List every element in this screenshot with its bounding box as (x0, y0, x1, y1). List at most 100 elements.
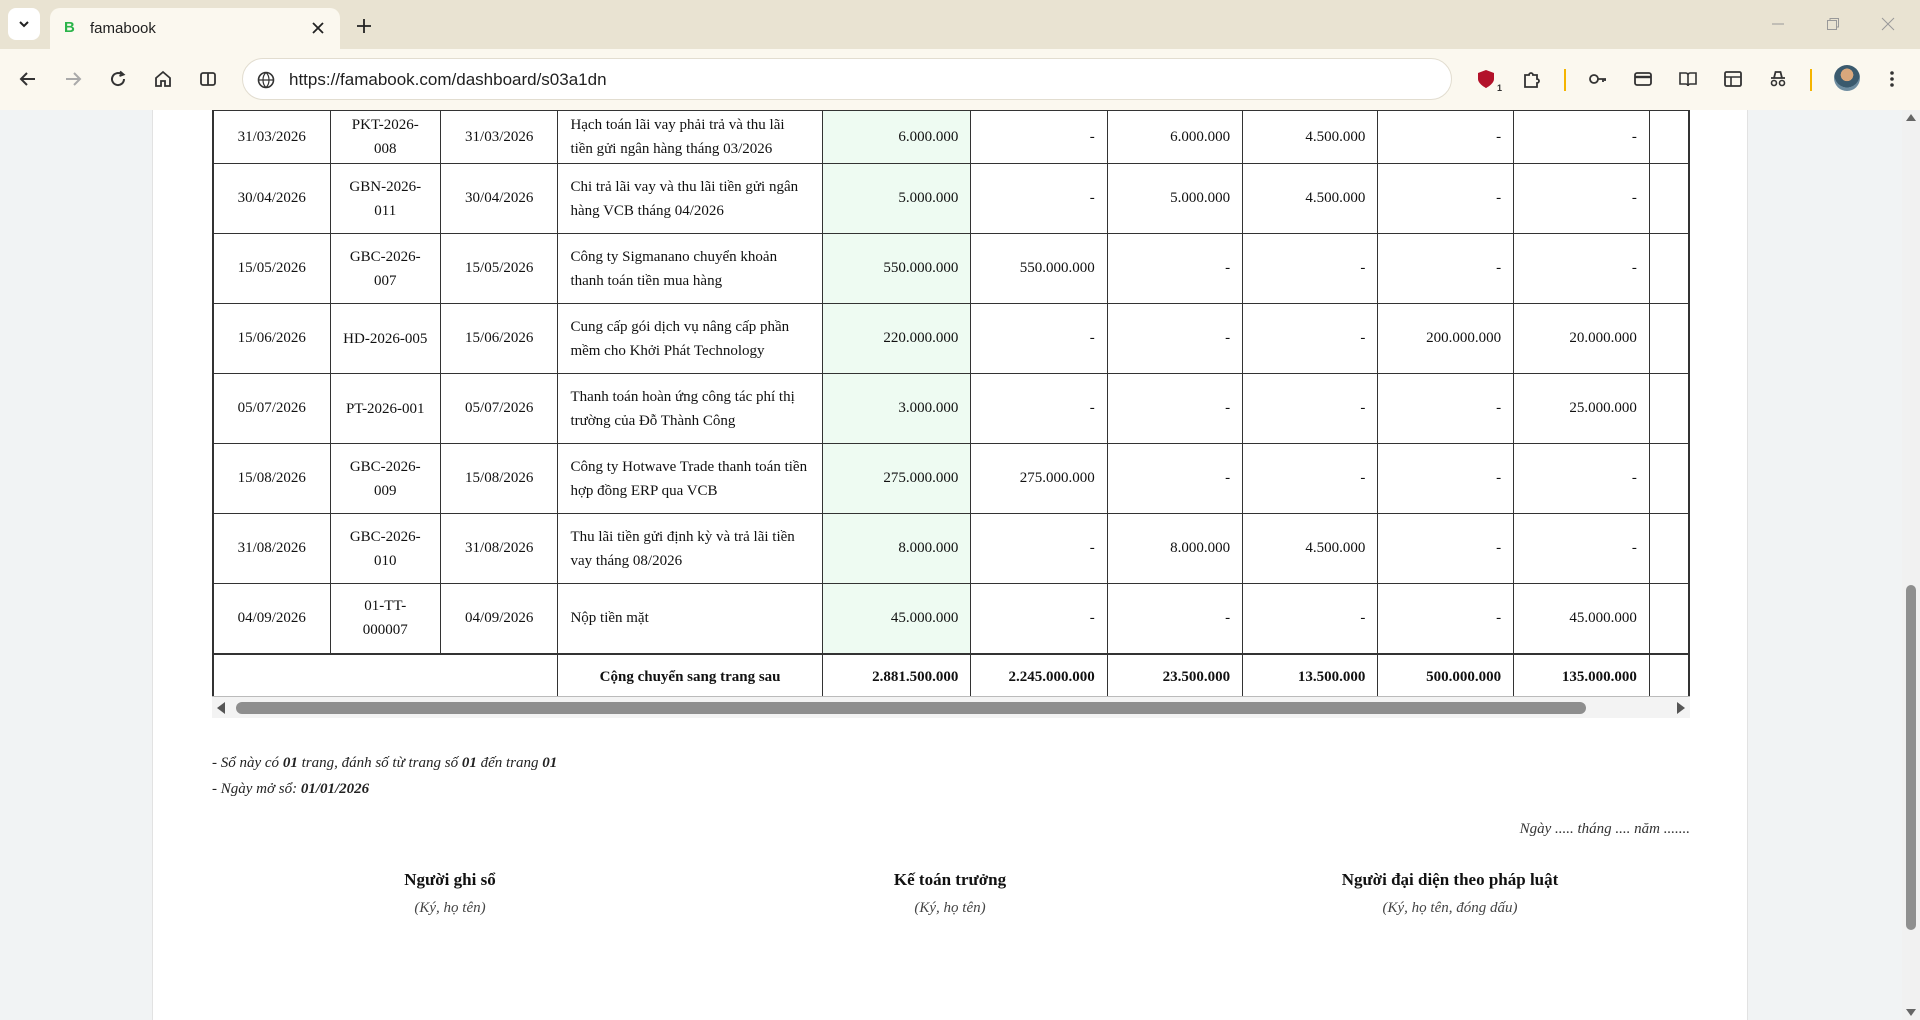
reload-icon (111, 70, 126, 87)
table-row: 15/08/2026 GBC-2026-009 15/08/2026 Công ty … (213, 443, 1689, 514)
description-cell: Nộp tiền mặt (557, 583, 823, 654)
amount-cell: - (1106, 443, 1244, 514)
amount-cell: - (1513, 110, 1650, 164)
description-cell: Cung cấp gói dịch vụ nâng cấp phần mềm c… (557, 303, 823, 374)
forward-button[interactable] (57, 63, 89, 95)
signature-subtitle: (Ký, họ tên) (414, 900, 486, 916)
extensions-button[interactable] (1516, 63, 1548, 95)
amount-cell: - (1513, 443, 1650, 514)
book-icon (1679, 72, 1697, 87)
table-row: 15/05/2026 GBC-2026-007 15/05/2026 Công ty … (213, 233, 1689, 304)
ledger-table-container[interactable]: 31/03/2026 PKT-2026-008 31/03/2026 Hạch toá… (212, 110, 1690, 718)
payment-methods-button[interactable] (1627, 63, 1659, 95)
vertical-scroll-thumb[interactable] (1906, 585, 1916, 930)
amount-cell: - (970, 513, 1108, 584)
description-cell: Chi trả lãi vay và thu lãi tiền gửi ngân… (557, 163, 823, 234)
footer-amount-cell: 13.500.000 (1242, 652, 1379, 701)
minimize-button[interactable] (1758, 8, 1798, 40)
amount-cell: - (970, 583, 1108, 654)
toolbar-separator (1564, 69, 1566, 91)
passwords-button[interactable] (1582, 63, 1614, 95)
horizontal-scrollbar[interactable] (212, 696, 1690, 718)
footer-amount-cell: 135.000.000 (1513, 652, 1650, 701)
close-window-button[interactable] (1868, 8, 1908, 40)
scroll-down-arrow-icon[interactable] (1906, 1009, 1916, 1016)
voucher-number-cell: GBC-2026-010 (329, 513, 441, 584)
back-button[interactable] (12, 63, 44, 95)
close-icon (312, 22, 324, 34)
amount-cell: - (1377, 583, 1515, 654)
restore-button[interactable] (1813, 8, 1853, 40)
voucher-date-cell: 15/08/2026 (213, 443, 331, 514)
vertical-scrollbar[interactable] (1902, 110, 1920, 1020)
amount-cell: - (970, 163, 1108, 234)
incognito-button[interactable] (1762, 63, 1794, 95)
spy-icon (1770, 71, 1786, 87)
ledger-table: 31/03/2026 PKT-2026-008 31/03/2026 Hạch toá… (213, 110, 1689, 701)
document-date-cell: 31/08/2026 (439, 513, 559, 584)
amount-cell: 5.000.000 (1106, 163, 1244, 234)
notes-open-date: - Ngày mở sổ: 01/01/2026 (212, 781, 370, 797)
home-button[interactable] (147, 63, 179, 95)
amount-cell: - (1242, 583, 1379, 654)
split-view-button[interactable] (192, 63, 224, 95)
amount-cell: - (1242, 443, 1379, 514)
amount-cell: - (1106, 373, 1244, 444)
toolbar-separator (1810, 69, 1812, 91)
voucher-date-cell: 30/04/2026 (213, 163, 331, 234)
url-text: https://famabook.com/dashboard/s03a1dn (289, 70, 607, 89)
table-footer-row: Cộng chuyển sang trang sau 2.881.500.000 2… (213, 652, 1689, 701)
total-amount-cell: 8.000.000 (821, 513, 972, 584)
signature-date-line: Ngày ..... tháng .... năm ....... (1519, 821, 1690, 837)
site-info-icon[interactable] (255, 69, 277, 91)
table-row: 05/07/2026 PT-2026-001 05/07/2026 Thanh toá… (213, 373, 1689, 444)
active-tab[interactable]: B famabook (50, 8, 340, 49)
amount-cell: - (1242, 373, 1379, 444)
table-view-button[interactable] (1717, 63, 1749, 95)
shield-extension-button[interactable]: 1 (1470, 63, 1502, 95)
horizontal-scroll-thumb[interactable] (236, 702, 1586, 714)
profile-avatar[interactable] (1834, 65, 1860, 91)
reload-button[interactable] (102, 63, 134, 95)
new-tab-button[interactable] (350, 12, 378, 40)
amount-cell: 4.500.000 (1242, 513, 1379, 584)
total-amount-cell: 5.000.000 (821, 163, 972, 234)
tab-close-button[interactable] (308, 18, 328, 38)
browser-toolbar: https://famabook.com/dashboard/s03a1dn 1 (0, 49, 1920, 110)
scroll-left-arrow-icon[interactable] (217, 702, 225, 714)
amount-cell: - (1377, 233, 1515, 304)
signature-subtitle: (Ký, họ tên, đóng dấu) (1382, 900, 1518, 916)
ledger-notes: - Sổ này có 01 trang, đánh số từ trang s… (212, 750, 557, 802)
amount-cell: - (1377, 110, 1515, 164)
tab-strip: B famabook (0, 0, 1920, 49)
total-amount-cell: 220.000.000 (821, 303, 972, 374)
amount-cell: 25.000.000 (1513, 373, 1650, 444)
amount-cell: 275.000.000 (970, 443, 1108, 514)
amount-cell: - (1513, 233, 1650, 304)
voucher-date-cell: 15/05/2026 (213, 233, 331, 304)
voucher-date-cell: 04/09/2026 (213, 583, 331, 654)
puzzle-icon (1524, 72, 1540, 88)
amount-cell: - (970, 110, 1108, 164)
reading-mode-button[interactable] (1672, 63, 1704, 95)
signature-chief-accountant: Kế toán trưởng (Ký, họ tên) (850, 870, 1050, 917)
tab-search-button[interactable] (8, 8, 40, 40)
credit-card-icon (1634, 72, 1652, 86)
amount-cell: - (1106, 583, 1244, 654)
scroll-up-arrow-icon[interactable] (1906, 114, 1916, 121)
split-view-icon (200, 72, 216, 86)
table-row: 15/06/2026 HD-2026-005 15/06/2026 Cung cấp … (213, 303, 1689, 374)
overflow-cell (1648, 233, 1689, 304)
scroll-right-arrow-icon[interactable] (1677, 702, 1685, 714)
amount-cell: - (1377, 443, 1515, 514)
total-amount-cell: 45.000.000 (821, 583, 972, 654)
page-viewport: 31/03/2026 PKT-2026-008 31/03/2026 Hạch toá… (0, 110, 1902, 1020)
voucher-number-cell: GBN-2026-011 (329, 163, 441, 234)
amount-cell: - (1377, 373, 1515, 444)
browser-menu-button[interactable] (1876, 63, 1908, 95)
signature-legal-representative: Người đại diện theo pháp luật (Ký, họ tê… (1300, 870, 1600, 917)
amount-cell: 20.000.000 (1513, 303, 1650, 374)
minimize-icon (1772, 23, 1784, 25)
amount-cell: - (1377, 513, 1515, 584)
address-bar[interactable]: https://famabook.com/dashboard/s03a1dn (242, 58, 1452, 100)
